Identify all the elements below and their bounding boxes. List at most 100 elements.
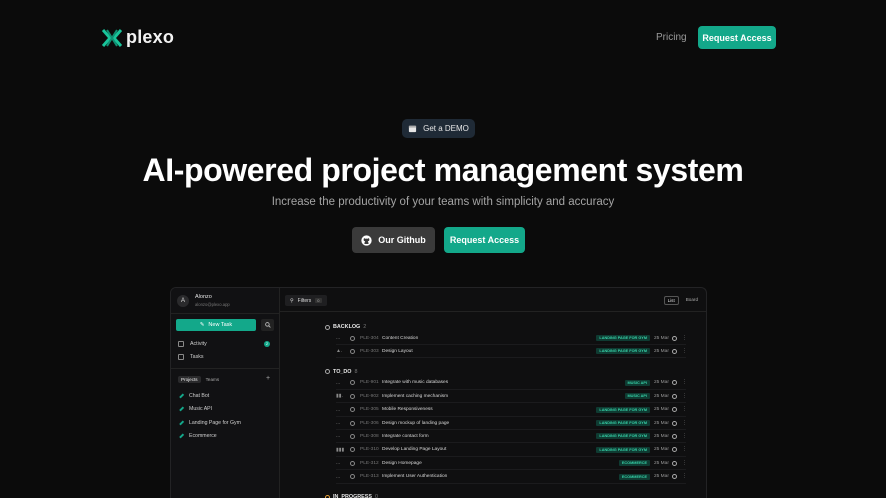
priority-icon[interactable]: ▮▮▮ bbox=[336, 447, 344, 453]
more-options-icon[interactable]: ⋮ bbox=[682, 336, 687, 341]
status-icon[interactable] bbox=[350, 393, 355, 399]
project-tag[interactable]: ECOMMERCE bbox=[618, 460, 650, 467]
more-options-icon[interactable]: ⋮ bbox=[682, 461, 687, 466]
sidebar-item-ecommerce[interactable]: Ecommerce bbox=[179, 433, 217, 439]
priority-icon[interactable]: ... bbox=[336, 335, 344, 341]
task-row[interactable]: ... PLE-308 Integrate contact form LANDING … bbox=[336, 430, 687, 444]
hero-request-access-button[interactable]: Request Access bbox=[444, 227, 525, 253]
assignee-icon[interactable] bbox=[672, 474, 677, 480]
status-icon[interactable] bbox=[350, 348, 355, 354]
task-row[interactable]: ... PLE-312 Design Homepage ECOMMERCE 25 Mar… bbox=[336, 457, 687, 471]
task-row[interactable]: ... PLE-304 Content Creation LANDING PAGE F… bbox=[336, 332, 687, 345]
task-row[interactable]: ... PLE-305 Mobile Responsiveness LANDING P… bbox=[336, 404, 687, 417]
priority-icon[interactable]: ... bbox=[336, 380, 344, 386]
assignee-icon[interactable] bbox=[672, 460, 677, 466]
project-tag[interactable]: MUSIC API bbox=[624, 393, 650, 400]
due-date[interactable]: 25 Mar bbox=[654, 447, 672, 452]
assignee-icon[interactable] bbox=[672, 433, 677, 439]
filters-button[interactable]: ⚲ Filters 0 bbox=[285, 295, 327, 306]
project-tag[interactable]: LANDING PAGE FOR GYM bbox=[596, 446, 650, 453]
nav-request-access-button[interactable]: Request Access bbox=[698, 26, 776, 49]
task-row[interactable]: ▮▮▮ PLE-310 Develop Landing Page Layout LAN… bbox=[336, 444, 687, 457]
user-profile[interactable]: A Alonzo alonzo@plexo.app bbox=[177, 294, 230, 307]
priority-icon[interactable]: ... bbox=[336, 407, 344, 413]
nav-link-pricing[interactable]: Pricing bbox=[656, 32, 687, 43]
task-row[interactable]: ▲. PLE-303 Design Layout LANDING PAGE FOR G… bbox=[336, 345, 687, 359]
priority-icon[interactable]: ... bbox=[336, 420, 344, 426]
filters-label: Filters bbox=[297, 297, 312, 304]
project-tag[interactable]: MUSIC API bbox=[624, 379, 650, 386]
due-date[interactable]: 25 Mar bbox=[654, 349, 672, 354]
more-options-icon[interactable]: ⋮ bbox=[682, 380, 687, 385]
view-toggle: List Board bbox=[663, 296, 701, 305]
priority-icon[interactable]: ▮▮. bbox=[336, 393, 344, 399]
assignee-icon[interactable] bbox=[672, 380, 677, 386]
project-label: Landing Page for Gym bbox=[189, 420, 241, 426]
calendar-icon bbox=[408, 125, 417, 133]
task-group-header[interactable]: TO_DO 8 bbox=[325, 369, 357, 375]
assignee-icon[interactable] bbox=[672, 393, 677, 399]
more-options-icon[interactable]: ⋮ bbox=[682, 349, 687, 354]
brand-logo[interactable]: plexo bbox=[101, 27, 174, 48]
add-project-icon[interactable]: + bbox=[266, 375, 270, 382]
priority-icon[interactable]: ... bbox=[336, 474, 344, 480]
status-icon[interactable] bbox=[350, 420, 355, 426]
tab-teams[interactable]: Teams bbox=[203, 376, 223, 383]
status-icon[interactable] bbox=[350, 433, 355, 439]
due-date[interactable]: 25 Mar bbox=[654, 421, 672, 426]
project-tag[interactable]: LANDING PAGE FOR GYM bbox=[596, 420, 650, 426]
more-options-icon[interactable]: ⋮ bbox=[682, 434, 687, 439]
assignee-icon[interactable] bbox=[672, 420, 677, 426]
assignee-icon[interactable] bbox=[672, 407, 677, 413]
project-tag[interactable]: LANDING PAGE FOR GYM bbox=[596, 406, 650, 413]
status-icon[interactable] bbox=[350, 474, 355, 480]
user-email: alonzo@plexo.app bbox=[195, 302, 230, 307]
new-task-button[interactable]: ✎ New Task bbox=[176, 319, 256, 331]
task-row[interactable]: ▮▮. PLE-902 Implement caching mechanism MUS… bbox=[336, 390, 687, 404]
task-row[interactable]: ... PLE-901 Integrate with music databases… bbox=[336, 377, 687, 390]
due-date[interactable]: 25 Mar bbox=[654, 380, 672, 385]
more-options-icon[interactable]: ⋮ bbox=[682, 447, 687, 452]
status-icon[interactable] bbox=[350, 407, 355, 413]
project-tag[interactable]: LANDING PAGE FOR GYM bbox=[596, 335, 650, 341]
priority-icon[interactable]: ... bbox=[336, 460, 344, 466]
more-options-icon[interactable]: ⋮ bbox=[682, 474, 687, 479]
due-date[interactable]: 25 Mar bbox=[654, 407, 672, 412]
assignee-icon[interactable] bbox=[672, 447, 677, 453]
sidebar-item-chat-bot[interactable]: Chat Bot bbox=[179, 393, 209, 399]
due-date[interactable]: 25 Mar bbox=[654, 336, 672, 341]
assignee-icon[interactable] bbox=[672, 348, 677, 354]
avatar: A bbox=[177, 294, 189, 307]
view-list-button[interactable]: List bbox=[663, 296, 679, 305]
sidebar-item-music-api[interactable]: Music API bbox=[179, 406, 212, 412]
more-options-icon[interactable]: ⋮ bbox=[682, 407, 687, 412]
task-row[interactable]: ... PLE-306 Design mockup of landing page L… bbox=[336, 417, 687, 430]
status-icon[interactable] bbox=[350, 335, 355, 341]
assignee-icon[interactable] bbox=[672, 335, 677, 341]
github-button[interactable]: Our Github bbox=[352, 227, 435, 253]
tab-projects[interactable]: Projects bbox=[178, 376, 201, 383]
project-tag[interactable]: ECOMMERCE bbox=[618, 473, 650, 480]
status-icon[interactable] bbox=[350, 447, 355, 453]
search-button[interactable] bbox=[261, 319, 274, 331]
project-tag[interactable]: LANDING PAGE FOR GYM bbox=[596, 348, 650, 355]
due-date[interactable]: 25 Mar bbox=[654, 434, 672, 439]
task-group-header[interactable]: IN_PROGRESS 0 bbox=[325, 494, 378, 498]
sidebar-item-tasks[interactable]: Tasks bbox=[178, 354, 204, 360]
due-date[interactable]: 25 Mar bbox=[654, 474, 672, 479]
sidebar-item-landing-page-for-gym[interactable]: Landing Page for Gym bbox=[179, 420, 241, 426]
due-date[interactable]: 25 Mar bbox=[654, 394, 672, 399]
project-tag[interactable]: LANDING PAGE FOR GYM bbox=[596, 433, 650, 440]
status-icon[interactable] bbox=[350, 460, 355, 466]
get-demo-button[interactable]: Get a DEMO bbox=[402, 119, 475, 138]
view-board-button[interactable]: Board bbox=[683, 296, 701, 305]
status-icon[interactable] bbox=[350, 380, 355, 386]
priority-icon[interactable]: ▲. bbox=[336, 348, 344, 354]
task-group-header[interactable]: BACKLOG 2 bbox=[325, 324, 366, 330]
task-row[interactable]: ... PLE-313 Implement User Authentication E… bbox=[336, 471, 687, 484]
more-options-icon[interactable]: ⋮ bbox=[682, 421, 687, 426]
due-date[interactable]: 25 Mar bbox=[654, 461, 672, 466]
sidebar-item-activity[interactable]: Activity bbox=[178, 341, 207, 347]
more-options-icon[interactable]: ⋮ bbox=[682, 394, 687, 399]
priority-icon[interactable]: ... bbox=[336, 433, 344, 439]
